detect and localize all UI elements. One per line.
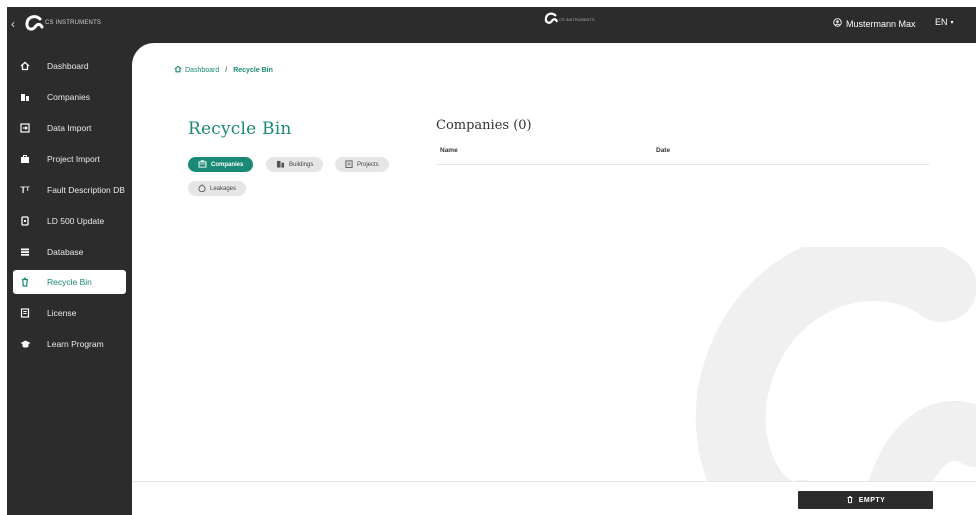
building-icon [198,159,207,170]
filter-chip-companies[interactable]: Companies [188,157,254,172]
top-bar: ‹ CS INSTRUMENTS CS INSTRUMENTS Musterma… [7,7,976,43]
breadcrumb-current: Recycle Bin [233,66,273,74]
home-icon [15,61,35,71]
sidebar-item-recycle-bin[interactable]: Recycle Bin [13,270,126,294]
license-icon [15,308,35,318]
text-size-icon: TT [20,185,30,195]
breadcrumb: Dashboard / Recycle Bin [174,65,273,75]
sidebar-item-label: Dashboard [47,61,89,71]
breadcrumb-home-link[interactable]: Dashboard [185,67,219,74]
sidebar-item-fault-description-db[interactable]: TT Fault Description DB [13,178,126,202]
sidebar-item-dashboard[interactable]: Dashboard [13,54,126,78]
watermark-logo [692,231,976,515]
sidebar: Dashboard Companies Data Import Project … [7,43,132,515]
caret-down-icon: ▾ [950,19,954,26]
sidebar-item-project-import[interactable]: Project Import [13,147,126,171]
sidebar-item-companies[interactable]: Companies [13,85,126,109]
language-label: EN [935,17,948,27]
main-content: Dashboard / Recycle Bin Recycle Bin Comp… [132,43,976,515]
home-icon[interactable] [174,65,182,75]
page-title: Recycle Bin [188,119,292,139]
sidebar-item-label: License [47,308,77,318]
sidebar-item-label: Data Import [47,123,92,133]
sidebar-item-data-import[interactable]: Data Import [13,116,126,140]
app-frame: ‹ CS INSTRUMENTS CS INSTRUMENTS Musterma… [0,0,976,515]
section-title: Companies (0) [436,118,532,133]
brand-logo[interactable] [23,13,45,40]
sidebar-item-database[interactable]: Database [13,240,126,264]
user-name: Mustermann Max [846,18,916,29]
user-circle-icon [833,18,842,29]
filter-chip-leakages[interactable]: Leakages [188,181,247,196]
sidebar-item-label: Recycle Bin [47,277,92,287]
column-header-name[interactable]: Name [440,147,458,154]
sidebar-item-label: Project Import [47,154,100,164]
buildings-icon [276,160,285,170]
trash-icon [15,277,35,287]
outer-border-top [0,0,976,7]
filter-chip-label: Buildings [289,161,314,168]
chevron-left-icon[interactable]: ‹ [11,17,15,31]
sidebar-item-license[interactable]: License [13,301,126,325]
database-icon [15,247,35,257]
building-icon [15,92,35,102]
sidebar-item-label: LD 500 Update [47,216,105,226]
briefcase-icon [15,154,35,164]
sidebar-item-ld-500-update[interactable]: LD 500 Update [13,209,126,233]
sidebar-item-learn-program[interactable]: Learn Program [13,332,126,356]
breadcrumb-separator: / [225,66,228,74]
filter-chip-label: Leakages [210,185,237,192]
column-header-date[interactable]: Date [656,147,670,154]
filter-chip-buildings[interactable]: Buildings [266,157,324,172]
center-brand-text: CS INSTRUMENTS [559,17,595,22]
sidebar-item-label: Fault Description DB [47,185,125,195]
filter-chip-label: Projects [357,161,379,168]
brand-text: CS INSTRUMENTS [45,20,102,26]
center-brand-logo [543,11,559,32]
sidebar-item-label: Companies [47,92,90,102]
filter-chip-projects[interactable]: Projects [335,157,389,172]
clipboard-icon [345,159,353,170]
trash-icon [846,495,854,506]
graduation-cap-icon [15,339,35,349]
outer-border-left [0,0,7,515]
table-header-divider [436,164,930,165]
drop-icon [198,183,206,194]
user-menu[interactable]: Mustermann Max [833,18,916,29]
empty-button-label: EMPTY [858,496,886,504]
sidebar-item-label: Database [47,247,84,257]
language-selector[interactable]: EN ▾ [935,17,954,27]
import-icon [15,123,35,133]
sidebar-item-label: Learn Program [47,339,104,349]
filter-chip-label: Companies [211,161,244,168]
device-icon [15,216,35,226]
empty-button[interactable]: EMPTY [798,491,933,509]
